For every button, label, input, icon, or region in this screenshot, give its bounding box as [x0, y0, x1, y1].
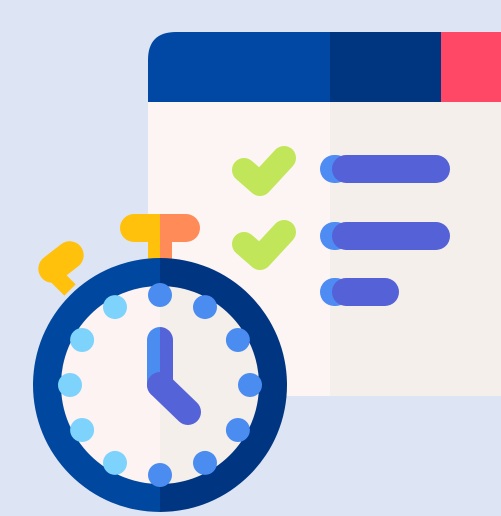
tick-mark: [148, 283, 172, 307]
tick-mark: [238, 373, 262, 397]
tick-mark: [225, 418, 250, 442]
tick-mark: [225, 328, 250, 352]
panel-header-left: [148, 32, 330, 102]
checklist-stopwatch-illustration: [33, 32, 501, 512]
task-line-3: [320, 278, 399, 306]
tick-mark: [103, 295, 127, 320]
panel-header-accent: [441, 32, 501, 102]
panel-header-right: [330, 32, 441, 102]
task-line-2: [320, 222, 450, 250]
task-line-1: [320, 155, 450, 183]
tick-mark: [58, 373, 82, 397]
tick-mark: [193, 450, 217, 475]
tick-mark: [70, 418, 95, 442]
tick-mark: [103, 450, 127, 475]
tick-mark: [193, 295, 217, 320]
tick-mark: [148, 463, 172, 487]
stopwatch-side-button: [38, 241, 84, 296]
tick-mark: [70, 328, 95, 352]
